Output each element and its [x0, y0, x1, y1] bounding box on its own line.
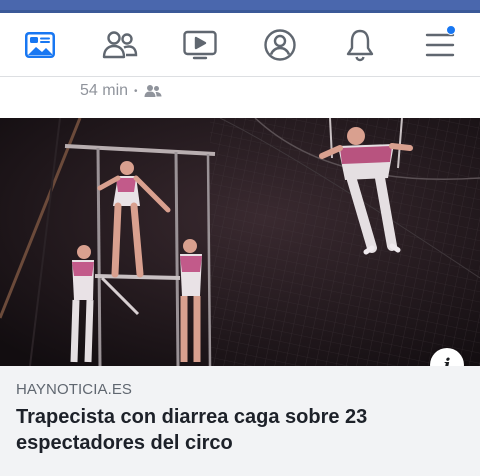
nav-tab-notifications[interactable] — [338, 23, 382, 67]
friends-icon — [102, 31, 138, 59]
link-title[interactable]: Trapecista con diarrea caga sobre 23 esp… — [16, 404, 456, 456]
link-preview-card[interactable]: HAYNOTICIA.ES Trapecista con diarrea cag… — [0, 366, 480, 476]
nav-tab-watch[interactable] — [178, 23, 222, 67]
profile-icon — [264, 29, 296, 61]
post-time[interactable]: 54 min — [80, 82, 128, 100]
bell-icon — [346, 29, 374, 62]
link-domain: HAYNOTICIA.ES — [16, 381, 133, 398]
nav-tab-profile[interactable] — [258, 23, 302, 67]
friends-audience-icon[interactable] — [144, 84, 162, 98]
post-photo-trapeze[interactable] — [0, 118, 480, 366]
nav-tab-friends[interactable] — [98, 23, 142, 67]
menu-notification-badge — [446, 25, 456, 35]
watch-icon — [183, 30, 217, 60]
post-timestamp-row: 54 min • — [80, 80, 162, 102]
meta-separator: • — [134, 85, 138, 97]
nav-tab-menu[interactable] — [418, 23, 462, 67]
news-feed-icon — [25, 32, 55, 58]
top-navigation-bar — [0, 13, 480, 77]
nav-tab-news-feed[interactable] — [18, 23, 62, 67]
